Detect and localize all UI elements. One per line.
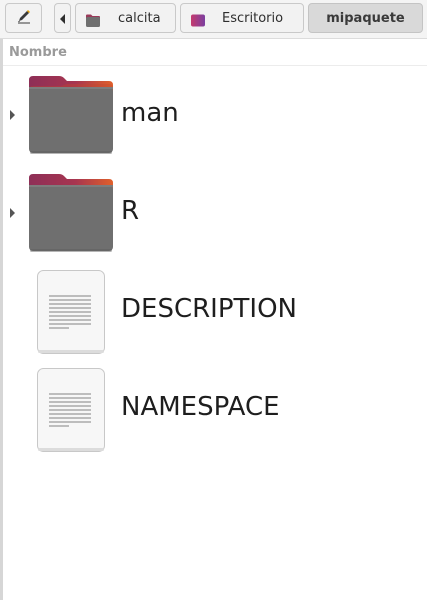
breadcrumb-mipaquete[interactable]: mipaquete — [308, 3, 423, 33]
pencil-icon — [16, 8, 32, 28]
breadcrumb-label: calcita — [118, 10, 161, 26]
chevron-left-icon — [59, 9, 66, 28]
file-manager-window: calcita Escritorio mipaquete Nombre man … — [0, 0, 427, 600]
item-name: man — [121, 98, 179, 128]
item-name: DESCRIPTION — [121, 294, 297, 324]
path-bar: calcita Escritorio mipaquete — [0, 0, 427, 39]
folder-icon — [85, 12, 101, 27]
text-file-icon — [27, 368, 115, 452]
text-file-icon — [27, 270, 115, 354]
list-item[interactable]: DESCRIPTION — [3, 262, 427, 360]
expand-arrow-icon[interactable] — [10, 110, 15, 120]
list-item[interactable]: R — [3, 164, 427, 262]
breadcrumb-label: mipaquete — [326, 10, 405, 26]
column-header-label: Nombre — [9, 45, 67, 60]
expand-arrow-icon[interactable] — [10, 208, 15, 218]
folder-icon — [27, 74, 115, 158]
item-name: NAMESPACE — [121, 392, 280, 422]
list-item[interactable]: man — [3, 66, 427, 164]
item-name: R — [121, 196, 140, 226]
edit-location-button[interactable] — [5, 3, 42, 33]
list-item[interactable]: NAMESPACE — [3, 360, 427, 458]
folder-icon — [27, 172, 115, 256]
breadcrumb-calcita[interactable]: calcita — [75, 3, 176, 33]
desktop-folder-icon — [190, 12, 206, 26]
breadcrumb-label: Escritorio — [222, 10, 284, 26]
breadcrumb-escritorio[interactable]: Escritorio — [180, 3, 304, 33]
column-header-name[interactable]: Nombre — [3, 39, 427, 66]
breadcrumb-overflow-button[interactable] — [54, 3, 71, 33]
